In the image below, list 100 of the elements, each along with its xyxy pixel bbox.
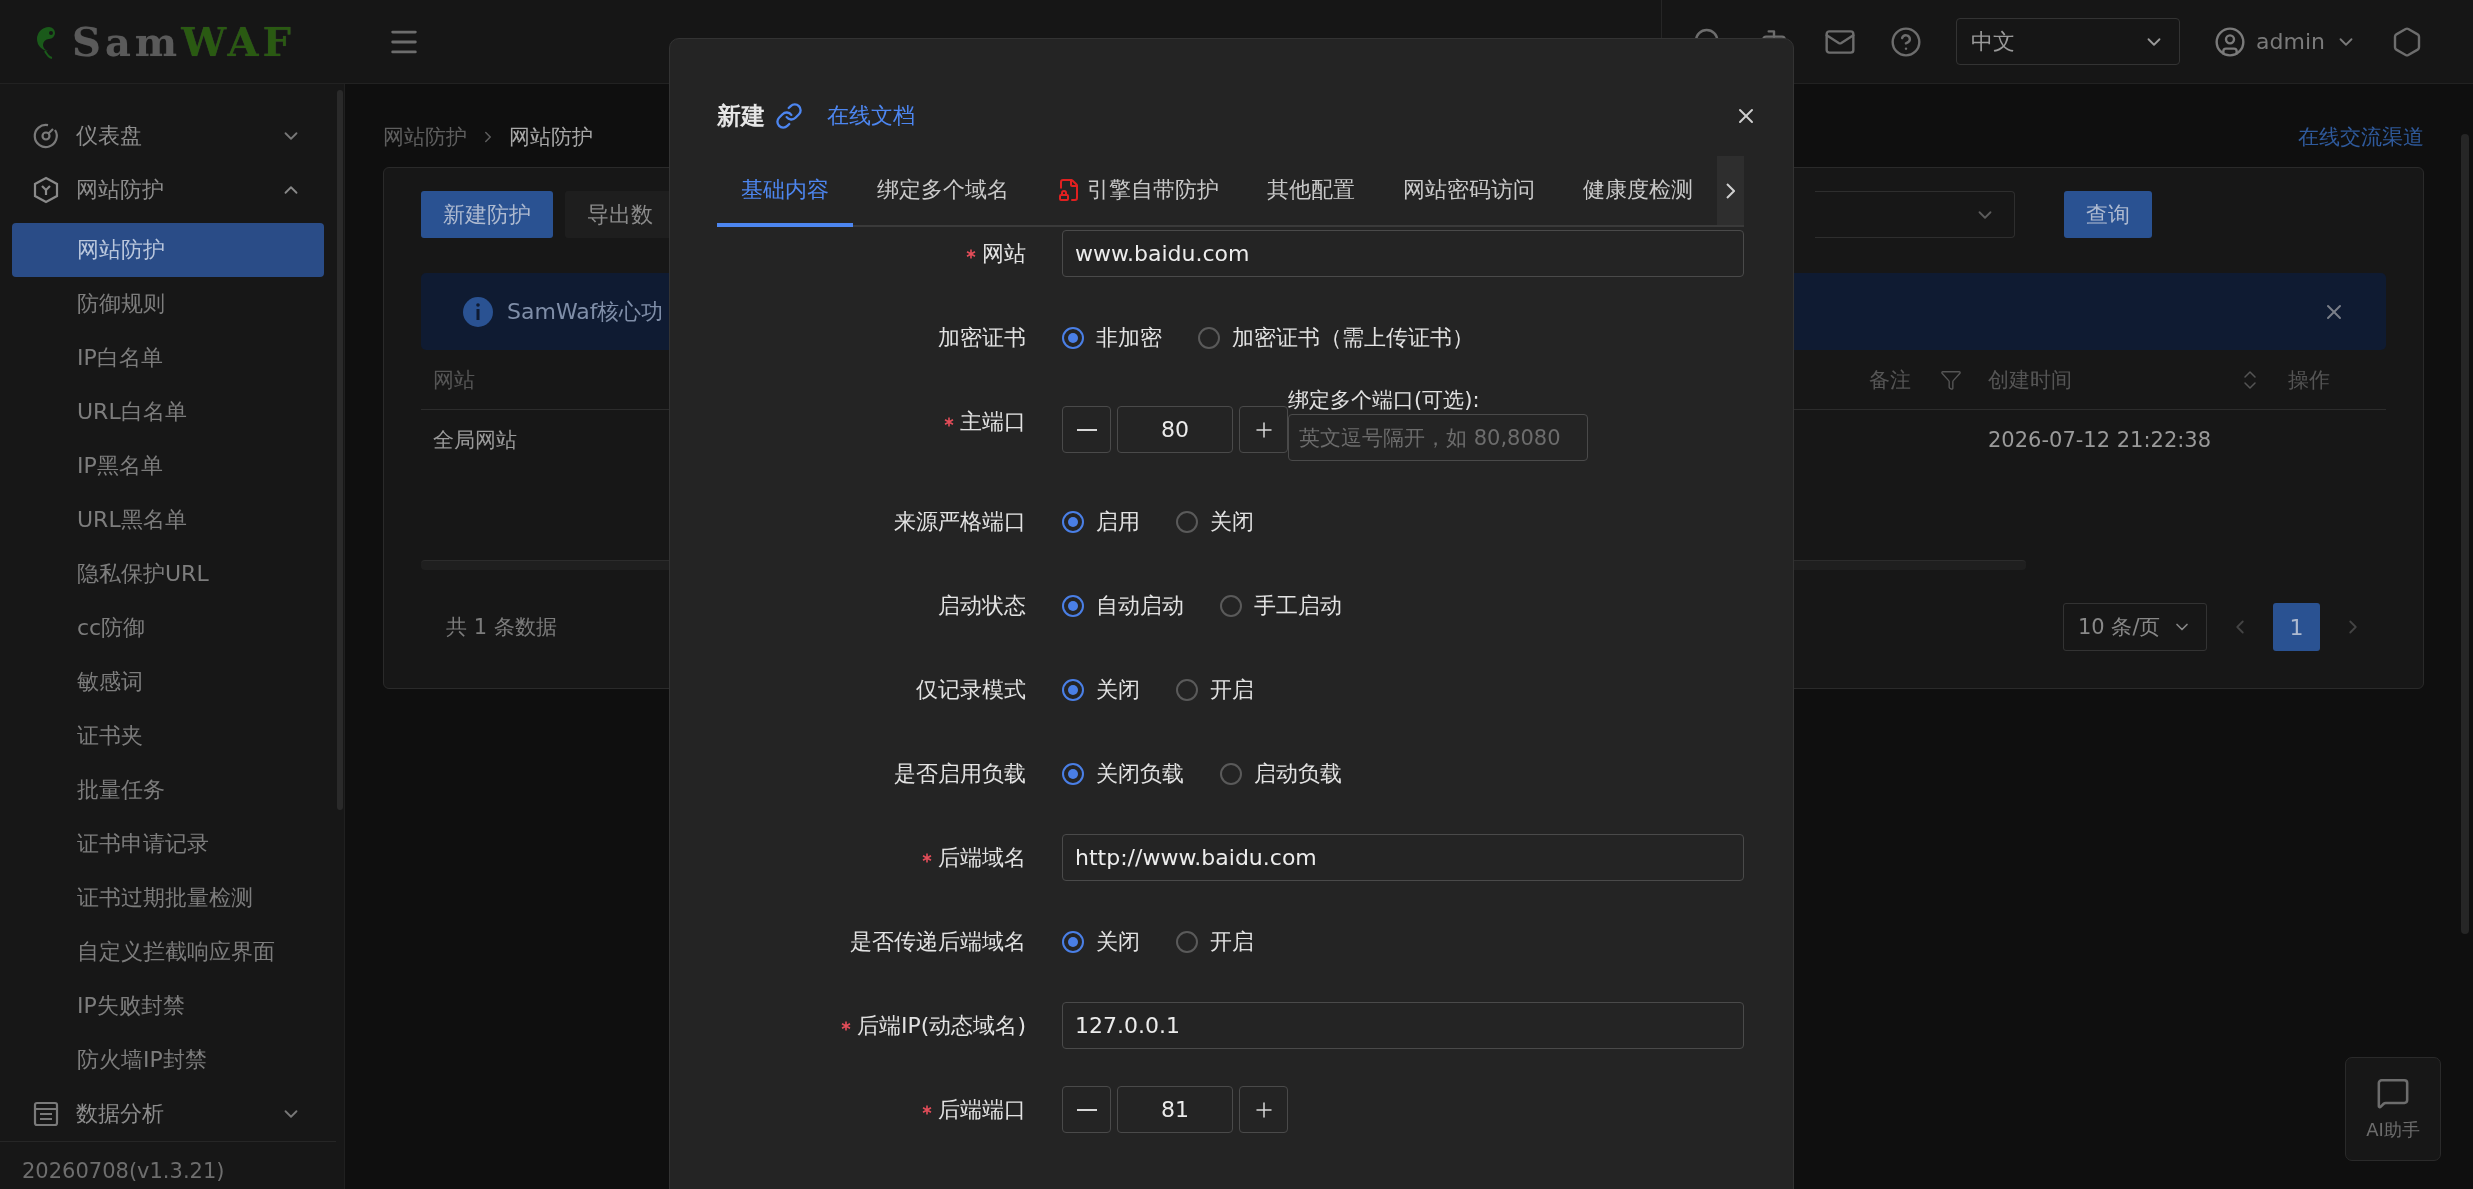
community-link[interactable]: 在线交流渠道 xyxy=(2298,123,2424,151)
text-field[interactable]: 127.0.0.1 xyxy=(1062,1002,1744,1049)
sidebar-group[interactable]: 网站防护 xyxy=(0,163,336,217)
required-icon xyxy=(944,416,954,427)
logo: SamWAF xyxy=(72,18,295,65)
text-field[interactable]: http://www.baidu.com xyxy=(1062,834,1744,881)
radio-option[interactable]: 加密证书（需上传证书） xyxy=(1198,322,1474,353)
radio-option[interactable]: 开启 xyxy=(1176,926,1254,957)
number-field[interactable]: 81 xyxy=(1117,1086,1233,1133)
radio-label: 启用 xyxy=(1096,507,1140,536)
page-size-select[interactable]: 10 条/页 xyxy=(2063,603,2207,651)
field-label: 后端域名 xyxy=(938,843,1026,872)
sidebar-item[interactable]: URL白名单 xyxy=(12,385,324,439)
column-header: 备注 xyxy=(1869,366,1911,394)
sidebar-item[interactable]: 证书申请记录 xyxy=(12,817,324,871)
radio-button[interactable] xyxy=(1176,678,1198,701)
sidebar-item[interactable]: 防御规则 xyxy=(12,277,324,331)
radio-button[interactable] xyxy=(1062,678,1084,701)
radio-button[interactable] xyxy=(1176,510,1198,533)
table-cell: 2026-07-12 21:22:38 xyxy=(1988,428,2212,452)
required-icon xyxy=(966,248,976,259)
filter-icon[interactable] xyxy=(1940,368,1962,391)
radio-option[interactable]: 关闭 xyxy=(1062,926,1140,957)
sidebar-item[interactable]: 批量任务 xyxy=(12,763,324,817)
radio-option[interactable]: 手工启动 xyxy=(1220,590,1342,621)
sidebar-item[interactable]: 隐私保护URL xyxy=(12,547,324,601)
tab[interactable]: 健康度检测 xyxy=(1559,156,1717,227)
number-field[interactable]: 80 xyxy=(1117,406,1233,453)
radio-button[interactable] xyxy=(1062,510,1084,533)
radio-button[interactable] xyxy=(1220,594,1242,617)
settings-icon[interactable] xyxy=(2391,25,2423,58)
radio-label: 开启 xyxy=(1210,927,1254,956)
chat-icon xyxy=(2376,1076,2410,1110)
ports-field[interactable]: 英文逗号隔开，如 80,8080 xyxy=(1288,414,1588,461)
radio-label: 关闭 xyxy=(1210,507,1254,536)
tab[interactable]: 网站密码访问 xyxy=(1379,156,1559,227)
sidebar-group[interactable]: 数据分析 xyxy=(0,1087,336,1141)
tabs-scroll-button[interactable] xyxy=(1717,156,1744,225)
tab[interactable]: 绑定多个域名 xyxy=(853,156,1033,227)
select-field[interactable] xyxy=(1815,191,2015,238)
sidebar-item[interactable]: 自定义拦截响应界面 xyxy=(12,925,324,979)
field-label: 是否启用负载 xyxy=(894,759,1026,788)
sidebar-item[interactable]: URL黑名单 xyxy=(12,493,324,547)
ai-helper-button[interactable]: AI助手 xyxy=(2345,1057,2441,1161)
sidebar-group[interactable]: 仪表盘 xyxy=(0,109,336,163)
radio-option[interactable]: 关闭 xyxy=(1176,506,1254,537)
radio-button[interactable] xyxy=(1062,326,1084,349)
docs-link[interactable]: 在线文档 xyxy=(827,101,915,131)
language-select[interactable]: 中文 xyxy=(1956,18,2181,65)
field-label: 后端IP(动态域名) xyxy=(857,1011,1026,1040)
required-icon xyxy=(922,852,932,863)
sidebar-item[interactable]: IP失败封禁 xyxy=(12,979,324,1033)
radio-button[interactable] xyxy=(1198,326,1220,349)
sidebar-item[interactable]: 证书过期批量检测 xyxy=(12,871,324,925)
link-icon xyxy=(775,102,803,130)
radio-option[interactable]: 关闭负载 xyxy=(1062,758,1184,789)
user-menu[interactable]: admin xyxy=(2256,29,2325,54)
sidebar-item[interactable]: 防火墙IP封禁 xyxy=(12,1033,324,1087)
column-header: 创建时间 xyxy=(1988,366,2072,394)
sidebar-group-label: 仪表盘 xyxy=(76,122,143,150)
sidebar-item[interactable]: 敏感词 xyxy=(12,655,324,709)
breadcrumb-item[interactable]: 网站防护 xyxy=(383,123,467,151)
radio-option[interactable]: 启用 xyxy=(1062,506,1140,537)
text-field[interactable]: www.baidu.com xyxy=(1062,230,1744,277)
sidebar-item[interactable]: cc防御 xyxy=(12,601,324,655)
tab[interactable]: 其他配置 xyxy=(1243,156,1379,227)
field-label: 后端端口 xyxy=(938,1095,1026,1124)
chevron-right-icon xyxy=(1726,182,1735,199)
breadcrumb-item: 网站防护 xyxy=(509,124,593,151)
increment-button[interactable] xyxy=(1239,1086,1288,1133)
field-label: 启动状态 xyxy=(938,591,1026,620)
increment-button[interactable] xyxy=(1239,406,1288,453)
radio-option[interactable]: 关闭 xyxy=(1062,674,1140,705)
create-button[interactable]: 新建防护 xyxy=(421,191,553,238)
tab[interactable]: 基础内容 xyxy=(717,156,853,227)
version-label: 20260708(v1.3.21) xyxy=(0,1141,336,1189)
query-button[interactable]: 查询 xyxy=(2064,191,2152,238)
radio-button[interactable] xyxy=(1176,930,1198,953)
radio-button[interactable] xyxy=(1062,930,1084,953)
radio-option[interactable]: 启动负载 xyxy=(1220,758,1342,789)
radio-label: 关闭 xyxy=(1096,675,1140,704)
help-icon[interactable] xyxy=(1890,25,1923,58)
banner-text: SamWaf核心功 xyxy=(507,297,664,326)
radio-button[interactable] xyxy=(1062,594,1084,617)
sidebar-group-label: 网站防护 xyxy=(76,176,165,204)
radio-option[interactable]: 开启 xyxy=(1176,674,1254,705)
radio-option[interactable]: 自动启动 xyxy=(1062,590,1184,621)
sidebar-item[interactable]: IP黑名单 xyxy=(12,439,324,493)
radio-option[interactable]: 非加密 xyxy=(1062,322,1162,353)
sidebar-group-label: 数据分析 xyxy=(76,1100,165,1128)
radio-label: 启动负载 xyxy=(1254,759,1342,788)
radio-button[interactable] xyxy=(1062,762,1084,785)
tab[interactable]: 引擎自带防护 xyxy=(1033,156,1243,227)
radio-button[interactable] xyxy=(1220,762,1242,785)
sidebar-item[interactable]: IP白名单 xyxy=(12,331,324,385)
field-label: 仅记录模式 xyxy=(916,675,1026,704)
page-button[interactable]: 1 xyxy=(2273,603,2320,651)
radio-label: 加密证书（需上传证书） xyxy=(1232,323,1474,352)
sidebar-item[interactable]: 网站防护 xyxy=(12,223,324,277)
sidebar-item[interactable]: 证书夹 xyxy=(12,709,324,763)
